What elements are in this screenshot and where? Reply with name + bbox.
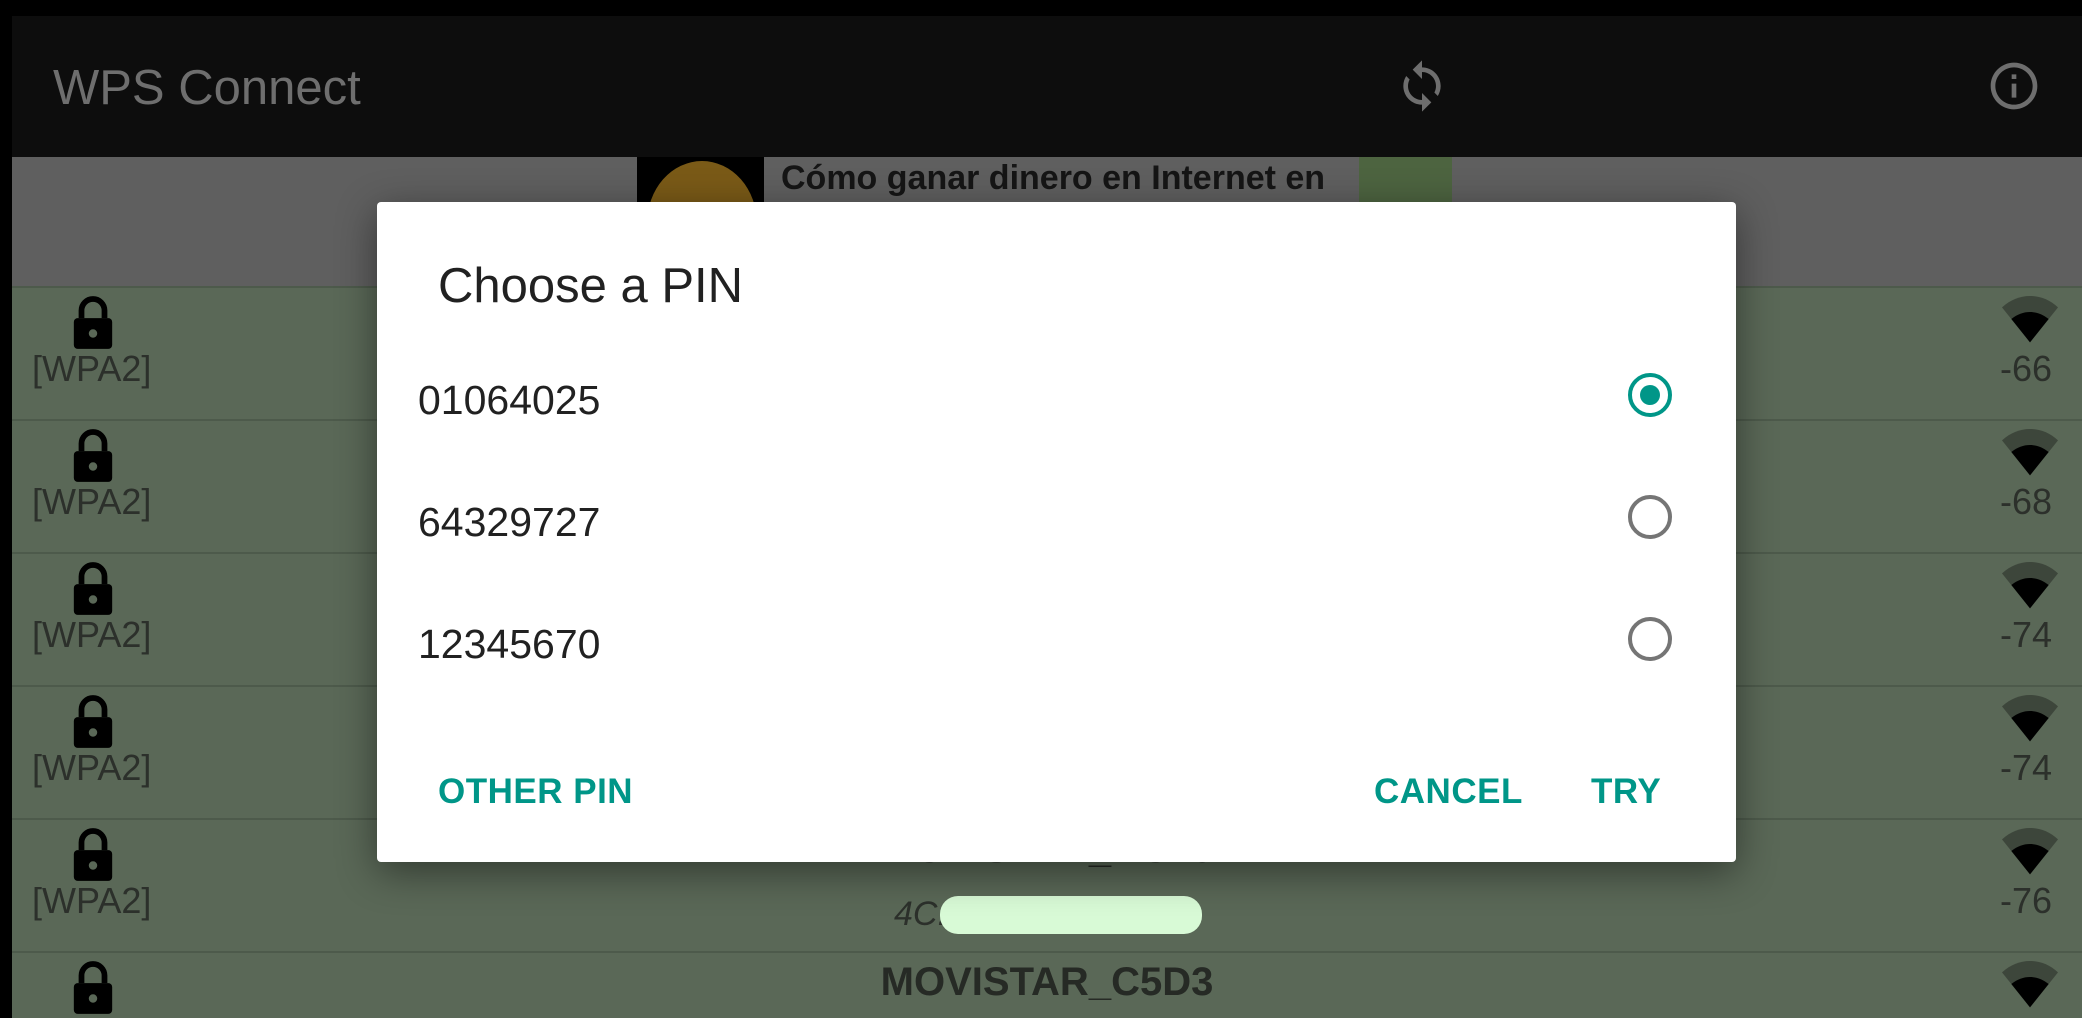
signal-strength: -76 bbox=[1999, 880, 2052, 921]
pin-option[interactable]: 01064025 bbox=[377, 337, 1736, 459]
network-ssid: MOVISTAR_C5D3 bbox=[880, 960, 1214, 1004]
wifi-signal-icon bbox=[2002, 428, 2058, 476]
other-pin-button[interactable]: OTHER PIN bbox=[438, 772, 633, 812]
radio-button-selected[interactable] bbox=[1628, 373, 1672, 417]
pin-option[interactable]: 64329727 bbox=[377, 459, 1736, 581]
pin-option[interactable]: 12345670 bbox=[377, 581, 1736, 703]
security-label: [WPA2] bbox=[32, 880, 152, 921]
refresh-icon[interactable] bbox=[1394, 58, 1450, 114]
info-icon[interactable] bbox=[1986, 58, 2042, 114]
wifi-signal-icon bbox=[2002, 295, 2058, 343]
pin-label: 64329727 bbox=[418, 499, 601, 545]
security-label: [WPA2] bbox=[32, 747, 152, 788]
security-label: [WPA2] bbox=[32, 348, 152, 389]
app-window: WPS Connect Cómo ganar dinero en Interne… bbox=[12, 16, 2082, 1018]
network-list-item[interactable]: MOVISTAR_C5D3 bbox=[12, 951, 2082, 1018]
dialog-title: Choose a PIN bbox=[438, 259, 744, 313]
security-label: [WPA2] bbox=[32, 614, 152, 655]
security-label: [WPA2] bbox=[32, 481, 152, 522]
signal-strength: -74 bbox=[1999, 614, 2052, 655]
cancel-button[interactable]: CANCEL bbox=[1374, 772, 1523, 812]
radio-button[interactable] bbox=[1628, 495, 1672, 539]
toolbar: WPS Connect bbox=[12, 16, 2082, 157]
lock-icon bbox=[73, 562, 113, 615]
wifi-signal-icon bbox=[2002, 694, 2058, 742]
app-title: WPS Connect bbox=[53, 61, 361, 115]
pin-label: 01064025 bbox=[418, 377, 601, 423]
pin-label: 12345670 bbox=[418, 621, 601, 667]
lock-icon bbox=[73, 296, 113, 349]
try-button[interactable]: TRY bbox=[1591, 772, 1661, 812]
lock-icon bbox=[73, 695, 113, 748]
signal-strength: -74 bbox=[1999, 747, 2052, 788]
radio-button[interactable] bbox=[1628, 617, 1672, 661]
lock-icon bbox=[73, 429, 113, 482]
ad-text: Cómo ganar dinero en Internet en bbox=[781, 159, 1326, 197]
signal-strength: -68 bbox=[1999, 481, 2052, 522]
wifi-signal-icon bbox=[2002, 561, 2058, 609]
choose-pin-dialog: Choose a PIN 01064025 64329727 12345670 … bbox=[377, 202, 1736, 862]
redaction-scribble bbox=[940, 896, 1202, 934]
signal-strength: -66 bbox=[1999, 348, 2052, 389]
